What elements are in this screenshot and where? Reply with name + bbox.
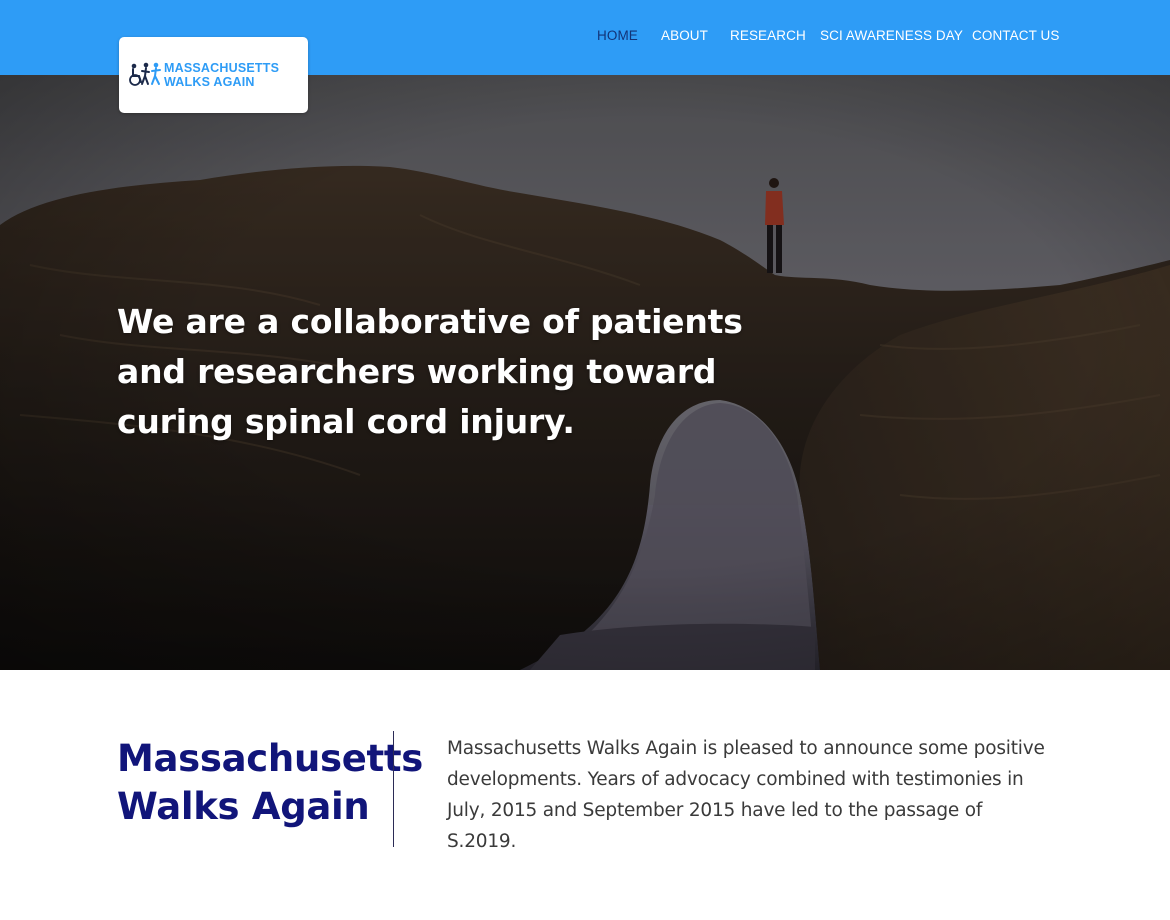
nav-contact-us[interactable]: CONTACT US xyxy=(972,28,1060,43)
nav-about[interactable]: ABOUT xyxy=(661,28,708,43)
hero-banner: We are a collaborative of patients and r… xyxy=(0,75,1170,670)
logo-line-1: MASSACHUSETTS xyxy=(164,61,280,75)
hero-headline: We are a collaborative of patients and r… xyxy=(117,302,743,441)
logo-wordmark: MASSACHUSETTS WALKS AGAIN xyxy=(164,61,304,89)
intro-title: Massachusetts Walks Again xyxy=(117,737,424,828)
site-logo[interactable]: MASSACHUSETTS WALKS AGAIN xyxy=(119,37,308,113)
intro-divider xyxy=(393,731,394,847)
wheelchair-walking-figures-icon xyxy=(129,62,161,86)
logo-line-2: WALKS AGAIN xyxy=(164,75,255,89)
nav-sci-awareness-day[interactable]: SCI AWARENESS DAY xyxy=(820,28,963,43)
nav-research[interactable]: RESEARCH xyxy=(730,28,806,43)
intro-body: Massachusetts Walks Again is pleased to … xyxy=(447,738,1045,852)
nav-home[interactable]: HOME xyxy=(597,28,638,43)
